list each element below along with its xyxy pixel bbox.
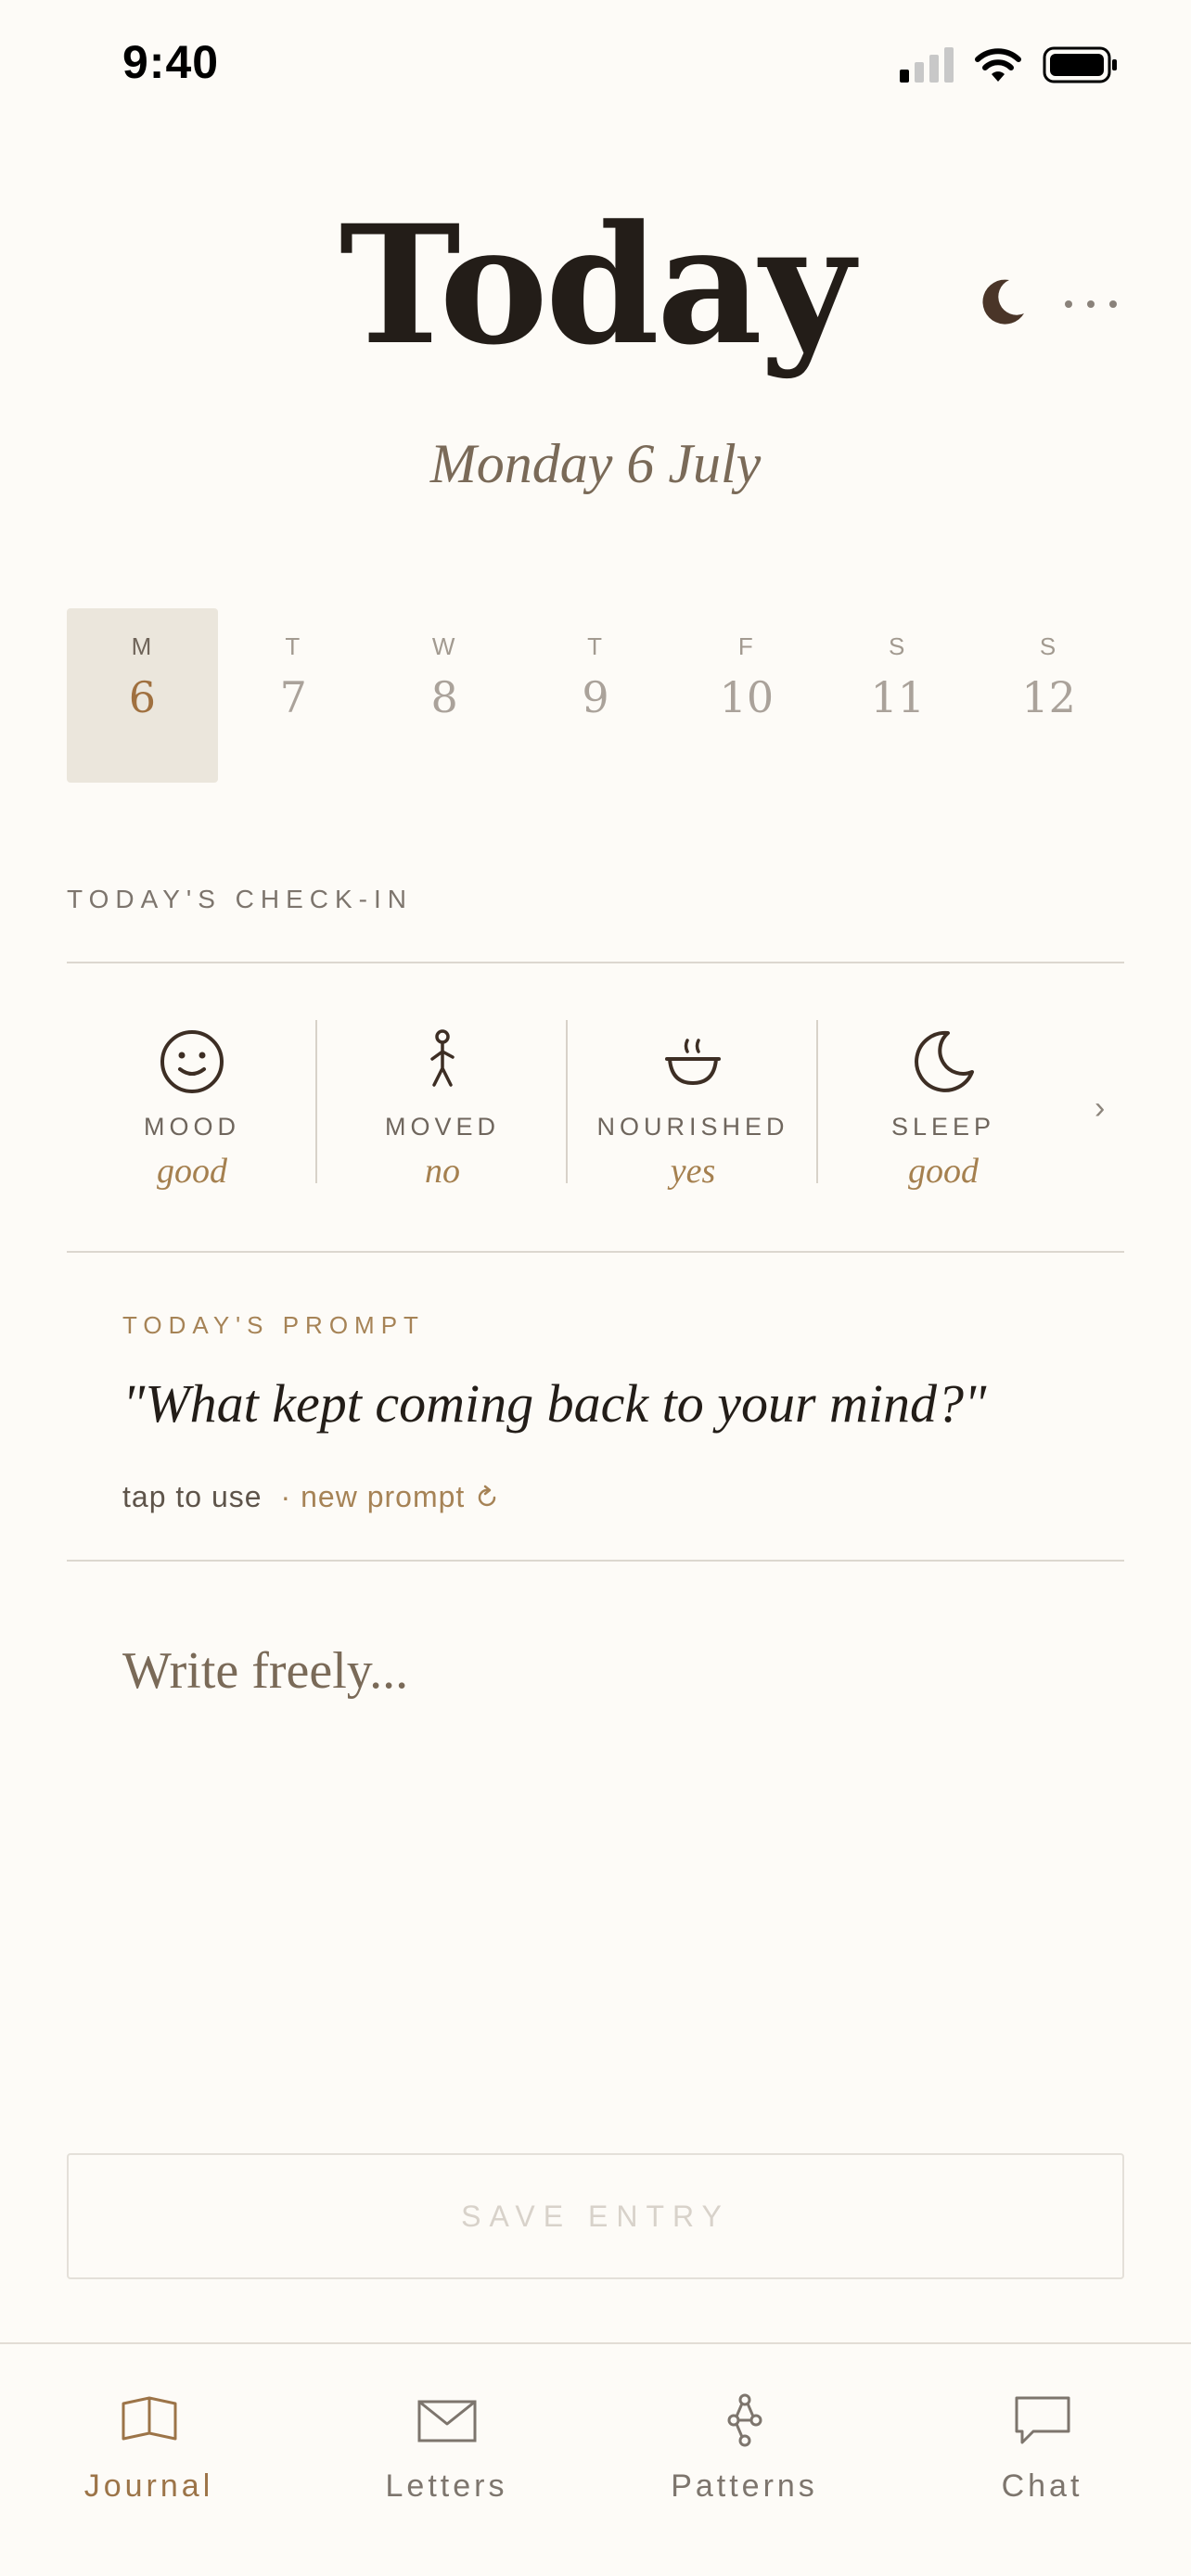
- walking-figure-icon: [430, 1029, 455, 1087]
- day-number: 6: [128, 672, 157, 722]
- save-entry-button[interactable]: SAVE ENTRY: [67, 2153, 1124, 2279]
- day-friday[interactable]: F 10: [671, 608, 822, 783]
- tab-label: Letters: [385, 2468, 508, 2504]
- checkin-section-label: TODAY'S CHECK-IN: [67, 885, 414, 913]
- status-icons: [900, 46, 1119, 83]
- tab-patterns[interactable]: Patterns: [596, 2344, 893, 2576]
- open-book-icon: [122, 2396, 176, 2441]
- tab-letters[interactable]: Letters: [298, 2344, 596, 2576]
- checkin-moved[interactable]: MOVED no: [317, 1020, 568, 1191]
- checkin-value: yes: [670, 1152, 716, 1191]
- tab-bar: Journal Letters Patterns Chat: [0, 2342, 1191, 2576]
- tab-journal[interactable]: Journal: [0, 2344, 298, 2576]
- prompt-actions: tap to use · new prompt: [122, 1480, 500, 1514]
- moon-icon: [915, 1030, 974, 1092]
- status-bar: 9:40: [0, 0, 1191, 139]
- prompt-section-label: TODAY'S PROMPT: [122, 1311, 425, 1339]
- day-of-week: S: [1039, 632, 1058, 660]
- day-number: 7: [279, 672, 307, 722]
- divider: [67, 962, 1124, 963]
- checkin-value: good: [157, 1152, 227, 1191]
- tab-chat[interactable]: Chat: [893, 2344, 1191, 2576]
- journal-entry-input[interactable]: Write freely...: [122, 1641, 1069, 2105]
- day-saturday[interactable]: S 11: [822, 608, 973, 783]
- envelope-icon: [417, 2400, 476, 2442]
- refresh-icon: [479, 1485, 496, 1506]
- new-prompt-button[interactable]: · new prompt: [281, 1480, 501, 1514]
- steaming-bowl-icon: [665, 1039, 721, 1086]
- divider: [67, 1251, 1124, 1253]
- day-number: 10: [719, 672, 775, 722]
- day-number: 12: [1021, 672, 1076, 722]
- day-of-week: M: [131, 632, 154, 660]
- prompt-text[interactable]: "What kept coming back to your mind?": [122, 1372, 986, 1435]
- more-options-icon[interactable]: [1063, 295, 1119, 313]
- battery-icon: [1043, 46, 1117, 83]
- checkin-label: NOURISHED: [596, 1113, 789, 1141]
- day-sunday[interactable]: S 12: [973, 608, 1124, 783]
- day-of-week: T: [285, 632, 302, 660]
- smile-icon: [160, 1030, 224, 1093]
- checkin-label: MOVED: [384, 1113, 500, 1141]
- day-of-week: T: [587, 632, 604, 660]
- day-of-week: F: [737, 632, 755, 660]
- day-wednesday[interactable]: W 8: [369, 608, 520, 783]
- checkin-value: no: [425, 1152, 460, 1191]
- week-strip: M 6 T 7 W 8 T 9 F 10 S 11 S 12: [67, 608, 1124, 783]
- day-monday[interactable]: M 6: [67, 608, 218, 783]
- day-number: 11: [870, 672, 925, 722]
- divider: [67, 1560, 1124, 1562]
- day-number: 9: [582, 672, 609, 722]
- current-date: Monday 6 July: [429, 433, 762, 494]
- day-number: 8: [430, 672, 458, 722]
- day-tuesday[interactable]: T 7: [218, 608, 369, 783]
- checkin-nourished[interactable]: NOURISHED yes: [568, 1020, 818, 1191]
- checkin-value: good: [908, 1152, 979, 1191]
- day-of-week: W: [431, 632, 457, 660]
- speech-bubble-icon: [1015, 2396, 1069, 2444]
- day-of-week: S: [889, 632, 907, 660]
- checkin-more-chevron-icon[interactable]: ›: [1095, 1090, 1105, 1127]
- checkin-label: SLEEP: [890, 1113, 996, 1141]
- day-thursday[interactable]: T 9: [520, 608, 672, 783]
- connected-nodes-icon: [727, 2393, 762, 2447]
- checkin-sleep[interactable]: SLEEP good: [818, 1020, 1069, 1191]
- tap-to-use-link[interactable]: tap to use: [122, 1480, 263, 1514]
- tab-label: Journal: [83, 2468, 214, 2504]
- dark-mode-moon-icon[interactable]: [978, 276, 1028, 326]
- tab-label: Chat: [1001, 2468, 1083, 2504]
- checkin-label: MOOD: [144, 1113, 240, 1141]
- status-time: 9:40: [122, 36, 220, 88]
- checkin-mood[interactable]: MOOD good: [67, 1020, 317, 1191]
- checkin-row: MOOD good MOVED no NOURISHED yes SLEEP g…: [67, 1020, 1124, 1191]
- new-prompt-label: · new prompt: [280, 1480, 466, 1513]
- cellular-signal-icon: [900, 47, 954, 83]
- wifi-icon: [975, 48, 1021, 82]
- tab-label: Patterns: [671, 2468, 818, 2504]
